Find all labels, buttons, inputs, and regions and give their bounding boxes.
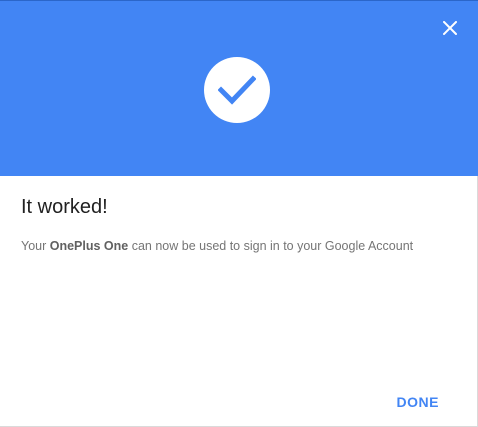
checkmark-icon: [218, 75, 256, 105]
done-button[interactable]: DONE: [397, 394, 439, 410]
dialog-message: Your OnePlus One can now be used to sign…: [21, 239, 413, 253]
message-prefix: Your: [21, 239, 50, 253]
dialog-title: It worked!: [21, 196, 108, 218]
success-badge: [204, 57, 270, 123]
device-name: OnePlus One: [49, 239, 129, 253]
close-icon: [443, 21, 457, 35]
close-button[interactable]: [436, 14, 464, 42]
message-suffix: can now be used to sign in to your Googl…: [128, 239, 414, 253]
dialog-header: [0, 1, 478, 176]
success-dialog: It worked! Your OnePlus One can now be u…: [0, 0, 478, 427]
